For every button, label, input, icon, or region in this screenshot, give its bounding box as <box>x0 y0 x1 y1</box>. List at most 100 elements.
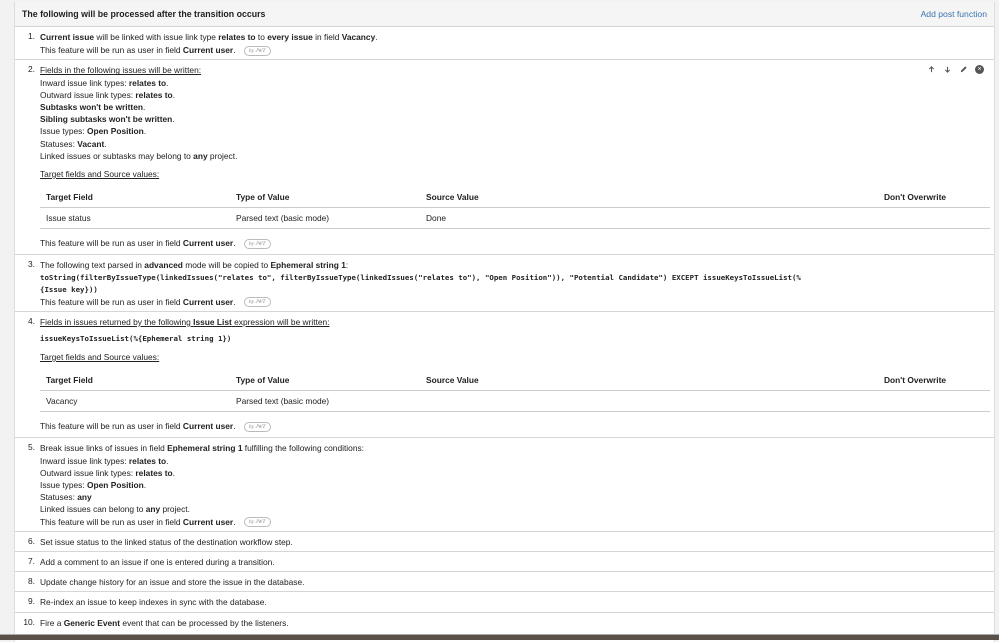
text: Ephemeral string 1 <box>270 260 346 271</box>
text: mode will be copied to <box>182 260 271 271</box>
value: relates to <box>128 455 167 466</box>
item-number: 10. <box>23 616 35 627</box>
row-actions: × <box>927 65 984 75</box>
table-row: Vacancy Parsed text (basic mode) <box>40 390 990 413</box>
value: any <box>77 492 92 503</box>
post-function-3[interactable]: 3. The following text parsed in advanced… <box>15 255 994 312</box>
post-function-9[interactable]: 9. Re-index an issue to keep indexes in … <box>15 592 994 613</box>
label: Inward issue link types: <box>40 77 129 88</box>
item-number: 5. <box>28 442 35 453</box>
item-number: 9. <box>28 596 35 607</box>
jwt-badge: by JWT <box>243 45 271 56</box>
column-header: Target Field <box>40 186 230 209</box>
text: Issue List <box>193 316 232 327</box>
jwt-badge: by JWT <box>243 239 271 250</box>
delete-icon[interactable]: × <box>975 65 984 75</box>
run-as-text: This feature will be run as user in fiel… <box>40 421 183 432</box>
text: fulfilling the following conditions: <box>242 443 364 454</box>
target-heading: Target fields and Source values: <box>40 169 160 180</box>
text: Ephemeral string 1 <box>167 443 243 454</box>
table-cell <box>420 390 878 413</box>
table-cell: Done <box>420 207 878 230</box>
text: Linked issues or subtasks may belong to <box>40 150 194 161</box>
text: . <box>233 296 236 307</box>
jwt-badge: by JWT <box>243 422 271 433</box>
text: in field <box>312 32 342 42</box>
label: Inward issue link types: <box>40 455 129 466</box>
panel-title: The following will be processed after th… <box>22 9 266 19</box>
text: project. <box>207 150 238 161</box>
text: Linked issues can belong to <box>40 504 146 515</box>
jwt-badge: by JWT <box>243 297 271 308</box>
post-function-text: Update change history for an issue and s… <box>40 577 305 588</box>
text: Vacancy <box>341 32 376 42</box>
table-cell: Issue status <box>40 207 230 230</box>
subtasks-note: Subtasks won't be written <box>40 102 143 113</box>
text: The following text parsed in <box>40 260 145 271</box>
bottom-bar <box>0 634 999 640</box>
post-function-text: Set issue status to the linked status of… <box>40 536 293 547</box>
post-functions-panel: The following will be processed after th… <box>14 2 995 642</box>
text: expression will be written: <box>231 316 330 327</box>
post-function-10[interactable]: 10. Fire a Generic Event event that can … <box>15 613 994 632</box>
column-header: Source Value <box>420 186 878 209</box>
post-function-6[interactable]: 6. Set issue status to the linked status… <box>15 532 994 553</box>
table-header-row: Target Field Type of Value Source Value … <box>40 186 990 209</box>
text: project. <box>160 504 190 515</box>
table-row: Issue status Parsed text (basic mode) Do… <box>40 207 990 230</box>
run-as-field: Current user <box>182 516 234 527</box>
move-down-icon[interactable] <box>943 65 952 74</box>
text: every issue <box>267 32 313 42</box>
value: relates to <box>135 89 173 100</box>
text: Fire a <box>40 617 64 628</box>
post-function-text: Re-index an issue to keep indexes in syn… <box>40 597 267 608</box>
jwt-badge: by JWT <box>243 517 271 528</box>
table-cell: Parsed text (basic mode) <box>230 207 420 230</box>
code-expression: toString(filterByIssueType(linkedIssues(… <box>40 272 801 282</box>
text: will be linked with issue link type <box>94 32 219 42</box>
run-as-field: Current user <box>182 421 234 432</box>
value: Vacant <box>77 138 105 149</box>
text: to <box>255 32 268 42</box>
run-as-field: Current user <box>182 45 234 56</box>
table-cell <box>878 207 990 230</box>
code-expression: issueKeysToIssueList(%{Ephemeral string … <box>40 334 232 344</box>
label: Issue types: <box>40 126 88 137</box>
column-header: Target Field <box>40 369 230 392</box>
value: Open Position <box>87 126 144 137</box>
text: Generic Event <box>63 617 121 628</box>
add-post-function-link[interactable]: Add post function <box>921 9 987 19</box>
item-number: 4. <box>28 315 35 326</box>
label: Issue types: <box>40 480 88 491</box>
value: any <box>145 504 161 515</box>
item-number: 1. <box>28 31 35 41</box>
post-function-2[interactable]: 2. × Fields in the following issues will… <box>15 60 994 256</box>
target-heading: Target fields and Source values: <box>40 352 160 363</box>
run-as-field: Current user <box>182 238 234 249</box>
table-cell <box>878 390 990 413</box>
text: Fields in issues returned by the followi… <box>40 316 194 327</box>
text: Current issue <box>40 32 94 42</box>
item-number: 2. <box>28 64 35 75</box>
edit-pencil-icon[interactable] <box>959 65 968 74</box>
text: relates to <box>218 32 256 42</box>
text: . <box>233 238 236 249</box>
post-function-4[interactable]: 4. Fields in issues returned by the foll… <box>15 312 994 439</box>
move-up-icon[interactable] <box>927 65 936 74</box>
text: . <box>375 32 378 42</box>
post-function-text: Add a comment to an issue if one is ente… <box>40 557 275 568</box>
panel-header: The following will be processed after th… <box>15 2 994 27</box>
section-heading: Fields in the following issues will be w… <box>40 65 202 76</box>
value: relates to <box>135 467 173 478</box>
column-header: Type of Value <box>230 186 420 209</box>
text: . <box>233 45 236 56</box>
label: Outward issue link types: <box>40 89 136 100</box>
text: . <box>233 421 236 432</box>
post-function-7[interactable]: 7. Add a comment to an issue if one is e… <box>15 552 994 573</box>
post-function-8[interactable]: 8. Update change history for an issue an… <box>15 572 994 593</box>
item-number: 8. <box>28 576 35 587</box>
target-fields-table: Target Field Type of Value Source Value … <box>40 186 990 230</box>
post-function-1[interactable]: 1. Current issue will be linked with iss… <box>15 27 994 61</box>
post-function-5[interactable]: 5. Break issue links of issues in field … <box>15 438 994 532</box>
value: relates to <box>128 77 167 88</box>
